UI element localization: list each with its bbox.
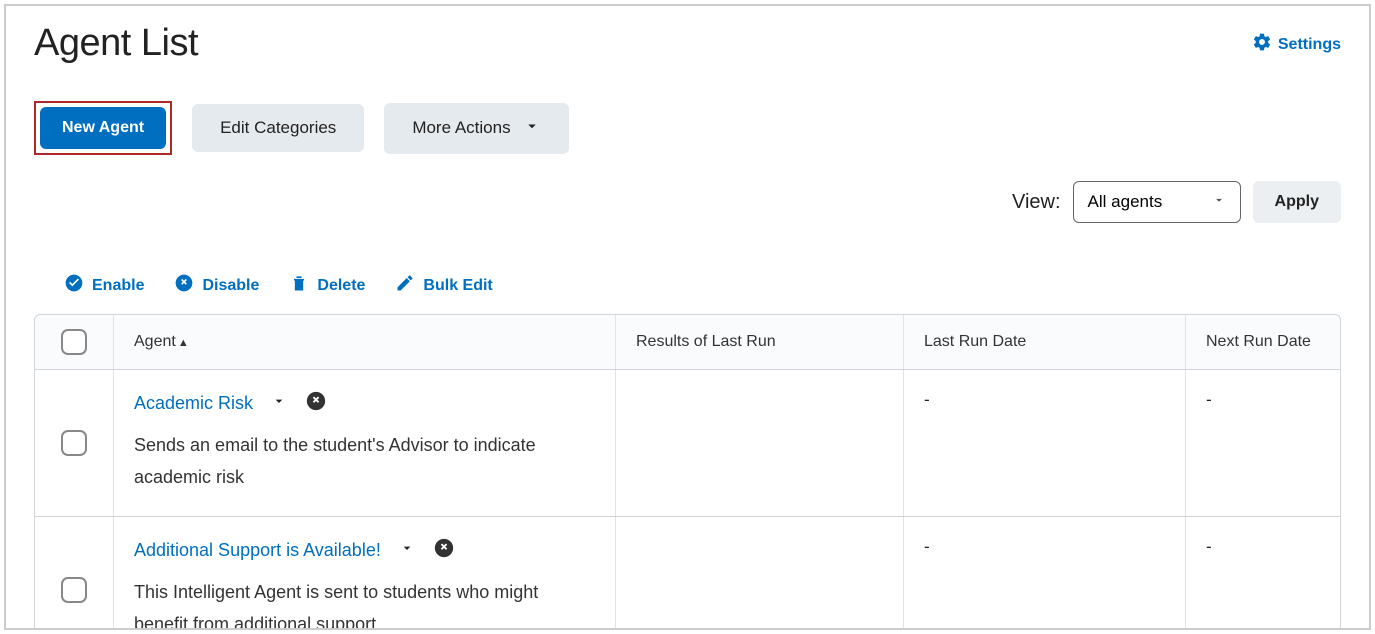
disable-label: Disable	[202, 277, 259, 295]
gear-icon	[1252, 32, 1272, 57]
bulk-edit-action[interactable]: Bulk Edit	[395, 273, 492, 298]
disable-action[interactable]: Disable	[174, 273, 259, 298]
edit-categories-button[interactable]: Edit Categories	[192, 104, 364, 152]
view-select-value: All agents	[1088, 192, 1163, 212]
bulk-actions: Enable Disable Delete Bulk Edit	[64, 273, 1341, 298]
agents-table: Agent▲ Results of Last Run Last Run Date…	[34, 314, 1341, 630]
chevron-down-icon[interactable]	[271, 393, 287, 414]
row-checkbox[interactable]	[61, 577, 87, 603]
delete-label: Delete	[317, 277, 365, 295]
delete-action[interactable]: Delete	[289, 273, 365, 298]
row-nextrun-cell: -	[1185, 517, 1340, 630]
row-agent-cell: Additional Support is Available! This In…	[113, 517, 615, 630]
agent-title-line: Academic Risk	[134, 390, 595, 417]
header-check-cell	[35, 315, 113, 369]
sort-asc-icon: ▲	[178, 337, 189, 349]
toolbar: New Agent Edit Categories More Actions	[34, 101, 1341, 155]
agent-description: This Intelligent Agent is sent to studen…	[134, 576, 595, 630]
row-lastrun-cell: -	[903, 370, 1185, 516]
header-agent[interactable]: Agent▲	[113, 315, 615, 369]
table-row: Additional Support is Available! This In…	[35, 517, 1340, 630]
disabled-icon	[433, 537, 455, 564]
app-frame: Agent List Settings New Agent Edit Categ…	[4, 4, 1371, 630]
x-circle-icon	[174, 273, 194, 298]
row-lastrun-cell: -	[903, 517, 1185, 630]
view-label: View:	[1012, 191, 1061, 214]
table-header-row: Agent▲ Results of Last Run Last Run Date…	[35, 315, 1340, 370]
bulk-edit-label: Bulk Edit	[423, 277, 492, 295]
header-next-run: Next Run Date	[1185, 315, 1340, 369]
row-nextrun-cell: -	[1185, 370, 1340, 516]
chevron-down-icon	[1212, 192, 1226, 212]
highlight-box: New Agent	[34, 101, 172, 155]
select-all-checkbox[interactable]	[61, 329, 87, 355]
trash-icon	[289, 273, 309, 298]
header-agent-label: Agent	[134, 333, 176, 350]
row-results-cell	[615, 370, 903, 516]
row-checkbox[interactable]	[61, 430, 87, 456]
enable-action[interactable]: Enable	[64, 273, 144, 298]
view-row: View: All agents Apply	[34, 181, 1341, 223]
apply-button[interactable]: Apply	[1253, 181, 1341, 223]
check-circle-icon	[64, 273, 84, 298]
row-check-cell	[35, 370, 113, 516]
row-results-cell	[615, 517, 903, 630]
chevron-down-icon[interactable]	[399, 540, 415, 561]
header-last-run: Last Run Date	[903, 315, 1185, 369]
row-agent-cell: Academic Risk Sends an email to the stud…	[113, 370, 615, 516]
settings-label: Settings	[1278, 36, 1341, 54]
more-actions-label: More Actions	[412, 118, 510, 138]
chevron-down-icon	[523, 117, 541, 140]
agent-title-line: Additional Support is Available!	[134, 537, 595, 564]
settings-link[interactable]: Settings	[1252, 32, 1341, 57]
agent-link[interactable]: Academic Risk	[134, 393, 253, 414]
pencil-icon	[395, 273, 415, 298]
row-check-cell	[35, 517, 113, 630]
new-agent-button[interactable]: New Agent	[40, 107, 166, 149]
page-title: Agent List	[34, 22, 198, 65]
agent-description: Sends an email to the student's Advisor …	[134, 429, 595, 494]
view-select[interactable]: All agents	[1073, 181, 1241, 223]
header-row: Agent List Settings	[34, 22, 1341, 65]
edit-categories-label: Edit Categories	[220, 118, 336, 138]
agent-link[interactable]: Additional Support is Available!	[134, 540, 381, 561]
more-actions-button[interactable]: More Actions	[384, 103, 568, 154]
enable-label: Enable	[92, 277, 144, 295]
table-row: Academic Risk Sends an email to the stud…	[35, 370, 1340, 517]
disabled-icon	[305, 390, 327, 417]
header-results: Results of Last Run	[615, 315, 903, 369]
